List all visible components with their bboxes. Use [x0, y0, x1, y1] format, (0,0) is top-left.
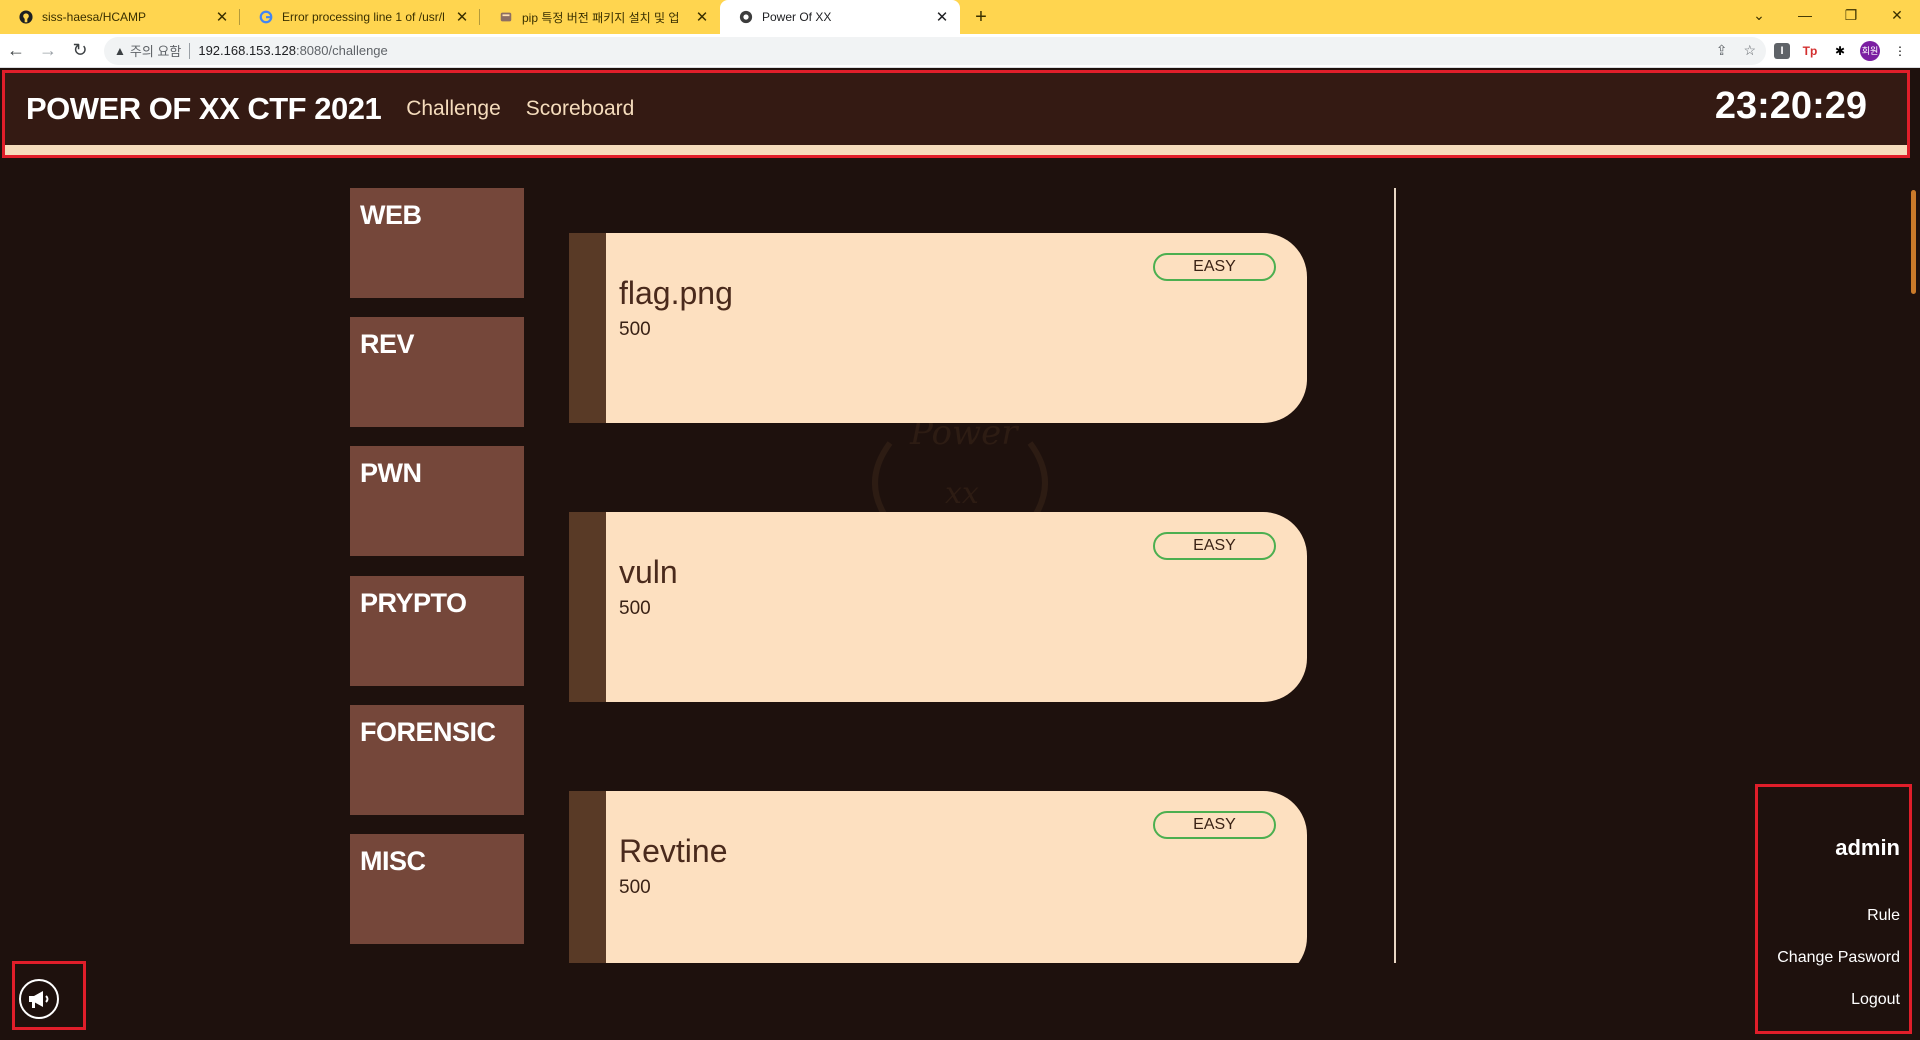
nav-challenge[interactable]: Challenge	[406, 97, 501, 121]
content-divider	[1394, 188, 1396, 963]
challenge-card[interactable]: vuln 500 EASY	[569, 512, 1307, 702]
user-panel: admin Rule Change Pasword Logout	[1755, 784, 1912, 1034]
browser-tab-blog[interactable]: pip 특정 버전 패키지 설치 및 업 ✕	[480, 0, 720, 34]
card-body: flag.png 500 EASY	[606, 233, 1307, 423]
url-path: :8080/challenge	[295, 43, 388, 58]
url-host: 192.168.153.128	[198, 43, 296, 58]
card-body: vuln 500 EASY	[606, 512, 1307, 702]
site-header: POWER OF XX CTF 2021 Challenge Scoreboar…	[2, 70, 1910, 158]
site-brand[interactable]: POWER OF XX CTF 2021	[26, 91, 382, 127]
window-controls: ⌄ — ❐ ✕	[1736, 0, 1920, 34]
site-icon	[738, 9, 754, 25]
card-stripe	[569, 233, 606, 423]
category-label: PRYPTO	[360, 588, 467, 618]
svg-text:xx: xx	[945, 476, 979, 511]
browser-tab-github[interactable]: siss-haesa/HCAMP ✕	[0, 0, 240, 34]
warning-triangle-icon[interactable]: ▲	[114, 44, 126, 58]
challenge-points: 500	[619, 319, 651, 340]
forward-arrow-icon[interactable]: →	[32, 35, 64, 67]
category-misc[interactable]: MISC	[350, 834, 524, 944]
notice-button[interactable]	[12, 961, 86, 1030]
browser-tab-google[interactable]: Error processing line 1 of /usr/l ✕	[240, 0, 480, 34]
new-tab-plus-icon[interactable]: +	[964, 0, 998, 34]
megaphone-icon	[19, 979, 59, 1019]
bookmark-star-icon[interactable]: ☆	[1743, 42, 1756, 59]
ctf-page: POWER OF XX CTF 2021 Challenge Scoreboar…	[0, 68, 1920, 1040]
tab-close-icon[interactable]: ✕	[694, 8, 710, 26]
challenge-name: vuln	[619, 554, 678, 590]
address-bar[interactable]: ▲ 주의 요함 192.168.153.128:8080/challenge ⇪…	[104, 36, 1766, 65]
tab-title: pip 특정 버전 패키지 설치 및 업	[522, 10, 680, 25]
puzzle-extensions-icon[interactable]: ✱	[1830, 41, 1850, 61]
scrollbar-thumb[interactable]	[1911, 190, 1916, 294]
tab-title: Error processing line 1 of /usr/l	[282, 10, 445, 24]
close-window-icon[interactable]: ✕	[1874, 0, 1920, 30]
restore-icon[interactable]: ❐	[1828, 0, 1874, 30]
card-body: Revtine 500 EASY	[606, 791, 1307, 963]
reload-icon[interactable]: ↻	[64, 35, 96, 67]
tab-close-icon[interactable]: ✕	[454, 8, 470, 26]
category-label: FORENSIC	[360, 717, 496, 747]
profile-avatar[interactable]: 회원	[1860, 40, 1880, 61]
tab-close-icon[interactable]: ✕	[214, 8, 230, 26]
category-label: PWN	[360, 458, 422, 488]
username: admin	[1835, 835, 1900, 860]
category-forensic[interactable]: FORENSIC	[350, 705, 524, 815]
back-arrow-icon[interactable]: ←	[0, 35, 32, 67]
github-icon	[18, 9, 34, 25]
category-prypto[interactable]: PRYPTO	[350, 576, 524, 686]
countdown-clock: 23:20:29	[1714, 85, 1867, 127]
extension-tp-icon[interactable]: Tp	[1800, 41, 1820, 61]
card-stripe	[569, 791, 606, 963]
logout-link[interactable]: Logout	[1851, 991, 1900, 1009]
change-password-link[interactable]: Change Pasword	[1777, 949, 1900, 967]
header-bar: POWER OF XX CTF 2021 Challenge Scoreboar…	[5, 73, 1907, 145]
share-icon[interactable]: ⇪	[1716, 42, 1728, 59]
challenge-name: flag.png	[619, 275, 733, 311]
category-web[interactable]: WEB	[350, 188, 524, 298]
address-divider	[189, 42, 191, 59]
category-label: REV	[360, 329, 415, 359]
minimize-icon[interactable]: —	[1782, 0, 1828, 30]
challenge-name: Revtine	[619, 833, 728, 869]
category-label: WEB	[360, 200, 422, 230]
tab-title: siss-haesa/HCAMP	[42, 10, 147, 24]
rule-link[interactable]: Rule	[1867, 907, 1900, 925]
tab-close-icon[interactable]: ✕	[934, 8, 950, 26]
tab-title: Power Of XX	[762, 10, 832, 24]
challenge-points: 500	[619, 598, 651, 619]
blog-icon	[498, 9, 514, 25]
challenge-card[interactable]: flag.png 500 EASY	[569, 233, 1307, 423]
difficulty-badge: EASY	[1153, 253, 1276, 281]
card-stripe	[569, 512, 606, 702]
category-rev[interactable]: REV	[350, 317, 524, 427]
google-icon	[258, 9, 274, 25]
difficulty-badge: EASY	[1153, 532, 1276, 560]
browser-toolbar: ← → ↻ ▲ 주의 요함 192.168.153.128:8080/chall…	[0, 34, 1920, 68]
category-pwn[interactable]: PWN	[350, 446, 524, 556]
browser-menu-icon[interactable]: ⋮	[1890, 41, 1910, 61]
nav-scoreboard[interactable]: Scoreboard	[526, 97, 635, 121]
security-label[interactable]: 주의 요함	[130, 41, 181, 60]
extensions-area: I Tp ✱ 회원 ⋮	[1774, 40, 1920, 61]
difficulty-badge: EASY	[1153, 811, 1276, 839]
extension-i-icon[interactable]: I	[1774, 42, 1790, 59]
tab-search-chevron-icon[interactable]: ⌄	[1736, 0, 1782, 30]
challenge-card[interactable]: Revtine 500 EASY	[569, 791, 1307, 963]
browser-tab-strip: siss-haesa/HCAMP ✕ Error processing line…	[0, 0, 1920, 34]
category-label: MISC	[360, 846, 426, 876]
browser-tab-power-of-xx[interactable]: Power Of XX ✕	[720, 0, 960, 34]
challenge-points: 500	[619, 877, 651, 898]
